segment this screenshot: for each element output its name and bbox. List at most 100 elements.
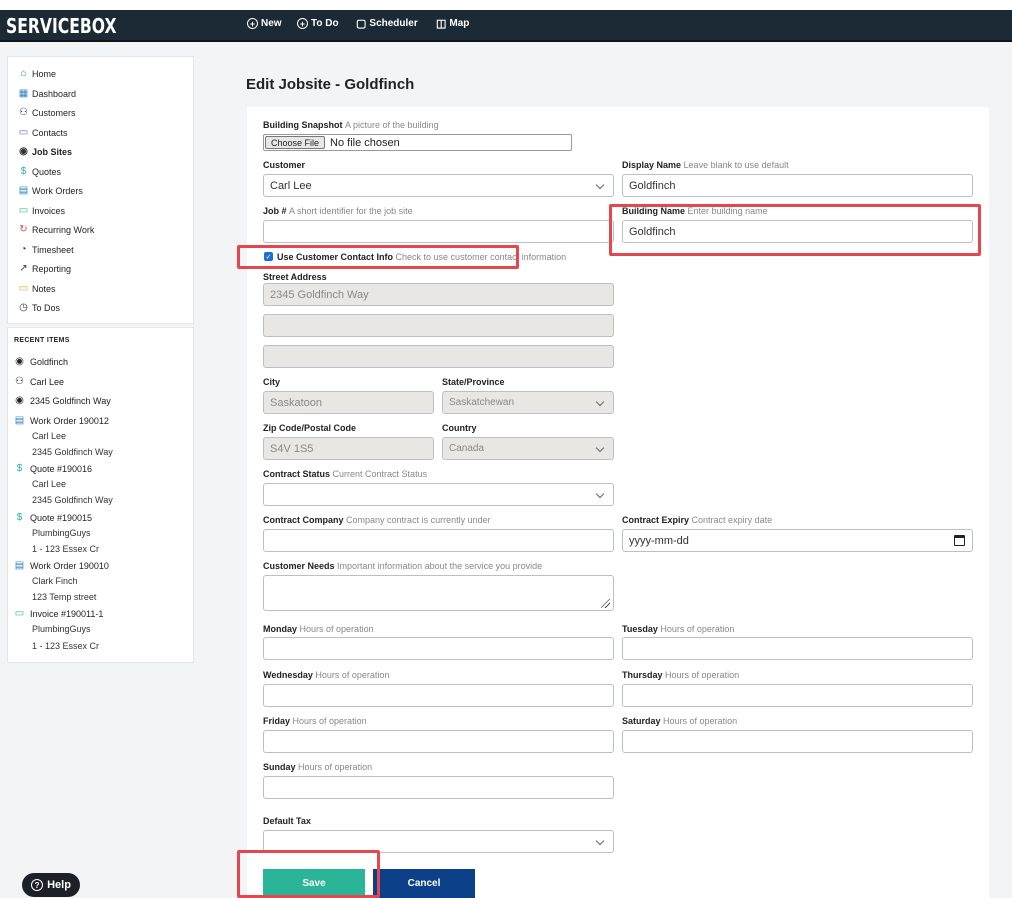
help-label: Help xyxy=(47,879,71,891)
dashboard-icon: ▦ xyxy=(18,88,29,99)
sidebar-item-home[interactable]: ⌂ Home xyxy=(18,68,56,79)
street-line1-value: 2345 Goldfinch Way xyxy=(270,288,369,301)
friday-input[interactable] xyxy=(263,730,614,753)
sidebar-item-reporting[interactable]: ↗ Reporting xyxy=(18,263,71,274)
help-button[interactable]: ? Help xyxy=(22,873,80,897)
top-navbar: SERVICEBOX + New + To Do ▢ Scheduler ◫ Map xyxy=(0,10,1012,42)
street-line1-input[interactable]: 2345 Goldfinch Way xyxy=(263,283,614,306)
sidebar-item-dashboard[interactable]: ▦ Dashboard xyxy=(18,88,76,99)
tuesday-input[interactable] xyxy=(622,637,973,660)
recurring-icon: ↻ xyxy=(19,224,28,235)
recent-item[interactable]: ▭ Invoice #190011-1 xyxy=(14,608,104,619)
saturday-input[interactable] xyxy=(622,730,973,753)
use-customer-contact-checkbox[interactable]: ✓ xyxy=(264,252,273,261)
document-icon: ▤ xyxy=(14,560,25,571)
snapshot-label: Building Snapshot A picture of the build… xyxy=(263,120,439,130)
recent-item-label: Invoice #190011-1 xyxy=(30,608,104,619)
chart-icon: ↗ xyxy=(19,263,28,274)
display-name-input[interactable]: Goldfinch xyxy=(622,174,973,197)
building-name-value: Goldfinch xyxy=(629,225,676,238)
dollar-icon: $ xyxy=(16,463,23,474)
customer-select[interactable]: Carl Lee xyxy=(263,174,614,197)
country-select[interactable]: Canada xyxy=(442,437,614,460)
resize-grip-icon[interactable] xyxy=(601,599,610,608)
customer-needs-textarea[interactable] xyxy=(263,575,614,611)
contract-expiry-label-text: Contract Expiry xyxy=(622,515,690,525)
cancel-button[interactable]: Cancel xyxy=(373,869,475,898)
recent-item[interactable]: ◉ Goldfinch xyxy=(14,356,68,367)
job-number-input[interactable] xyxy=(263,220,614,243)
recent-item-sub: 1 - 123 Essex Cr xyxy=(32,544,100,554)
zip-input[interactable]: S4V 1S5 xyxy=(263,437,434,460)
dollar-icon: $ xyxy=(20,166,27,177)
recent-item[interactable]: ▤ Work Order 190010 xyxy=(14,560,109,571)
snapshot-help: A picture of the building xyxy=(345,120,439,130)
street-line3-input[interactable] xyxy=(263,345,614,368)
sidebar-item-customers[interactable]: ⚇ Customers xyxy=(18,107,76,118)
building-name-input[interactable]: Goldfinch xyxy=(622,220,973,243)
recent-item[interactable]: ◉ 2345 Goldfinch Way xyxy=(14,395,111,406)
sidebar-item-label: Notes xyxy=(32,283,56,294)
sidebar-item-label: Quotes xyxy=(32,166,62,177)
nav-new[interactable]: + New xyxy=(247,18,282,29)
hours-help: Hours of operation xyxy=(298,762,373,772)
snapshot-file-input[interactable]: Choose File No file chosen xyxy=(263,134,572,151)
recent-item-sub: PlumbingGuys xyxy=(32,528,91,538)
monday-input[interactable] xyxy=(263,637,614,660)
calendar-icon[interactable] xyxy=(954,535,965,546)
building-name-help: Enter building name xyxy=(687,206,768,216)
map-icon: ◫ xyxy=(436,17,447,30)
wednesday-input[interactable] xyxy=(263,684,614,707)
page-title: Edit Jobsite - Goldfinch xyxy=(246,76,415,93)
contract-company-input[interactable] xyxy=(263,529,614,552)
save-button[interactable]: Save xyxy=(263,869,365,898)
sidebar-item-to-dos[interactable]: ◷ To Dos xyxy=(18,302,60,313)
monday-label-text: Monday xyxy=(263,624,298,634)
sunday-input[interactable] xyxy=(263,776,614,799)
display-name-value: Goldfinch xyxy=(629,179,676,192)
sidebar-item-label: Home xyxy=(32,68,57,79)
customer-needs-label-text: Customer Needs xyxy=(263,561,335,571)
zip-label: Zip Code/Postal Code xyxy=(263,423,357,433)
document-icon: ▤ xyxy=(18,185,29,196)
recent-item[interactable]: $ Quote #190016 xyxy=(14,463,92,474)
sidebar-item-recurring-work[interactable]: ↻ Recurring Work xyxy=(18,224,94,235)
contract-status-select[interactable] xyxy=(263,483,614,506)
sidebar-item-notes[interactable]: ▭ Notes xyxy=(18,283,56,294)
sidebar-item-quotes[interactable]: $ Quotes xyxy=(18,166,61,177)
recent-item-sub: 1 - 123 Essex Cr xyxy=(32,641,100,651)
nav-new-label: New xyxy=(261,18,282,29)
contract-expiry-input[interactable]: yyyy-mm-dd xyxy=(622,529,973,552)
invoice-icon: ▭ xyxy=(18,205,29,216)
street-line2-input[interactable] xyxy=(263,314,614,337)
use-customer-contact-label: Use Customer Contact Info Check to use c… xyxy=(277,252,566,262)
customer-value: Carl Lee xyxy=(270,179,312,192)
sidebar-item-label: Invoices xyxy=(32,205,66,216)
recent-items-panel: RECENT ITEMS ◉ Goldfinch ⚇ Carl Lee ◉ 2345 … xyxy=(7,327,194,663)
plus-circle-icon: + xyxy=(247,18,258,29)
city-input[interactable]: Saskatoon xyxy=(263,391,434,414)
sidebar-item-work-orders[interactable]: ▤ Work Orders xyxy=(18,185,83,196)
nav-scheduler[interactable]: ▢ Scheduler xyxy=(356,18,418,29)
recent-item-sub: 123 Temp street xyxy=(32,592,97,602)
document-icon: ▤ xyxy=(14,415,25,426)
sidebar-item-invoices[interactable]: ▭ Invoices xyxy=(18,205,65,216)
file-status: No file chosen xyxy=(330,136,400,149)
use-contact-help: Check to use customer contact informatio… xyxy=(395,252,567,262)
sidebar-item-contacts[interactable]: ▭ Contacts xyxy=(18,127,68,138)
nav-map[interactable]: ◫ Map xyxy=(436,18,469,29)
recent-item[interactable]: ▤ Work Order 190012 xyxy=(14,415,109,426)
sidebar-item-job-sites[interactable]: ◉ Job Sites xyxy=(18,146,72,157)
thursday-input[interactable] xyxy=(622,684,973,707)
state-select[interactable]: Saskatchewan xyxy=(442,391,614,414)
default-tax-select[interactable] xyxy=(263,830,614,853)
saturday-label-text: Saturday xyxy=(622,716,661,726)
recent-item[interactable]: ⚇ Carl Lee xyxy=(14,376,64,387)
sidebar-item-timesheet[interactable]: ◔ Timesheet xyxy=(18,244,73,255)
choose-file-button[interactable]: Choose File xyxy=(265,136,326,149)
brand-logo[interactable]: SERVICEBOX xyxy=(6,14,117,38)
hours-help: Hours of operation xyxy=(299,624,374,634)
nav-todo[interactable]: + To Do xyxy=(297,18,339,29)
recent-item[interactable]: $ Quote #190015 xyxy=(14,512,92,523)
display-name-help: Leave blank to use default xyxy=(683,160,789,170)
